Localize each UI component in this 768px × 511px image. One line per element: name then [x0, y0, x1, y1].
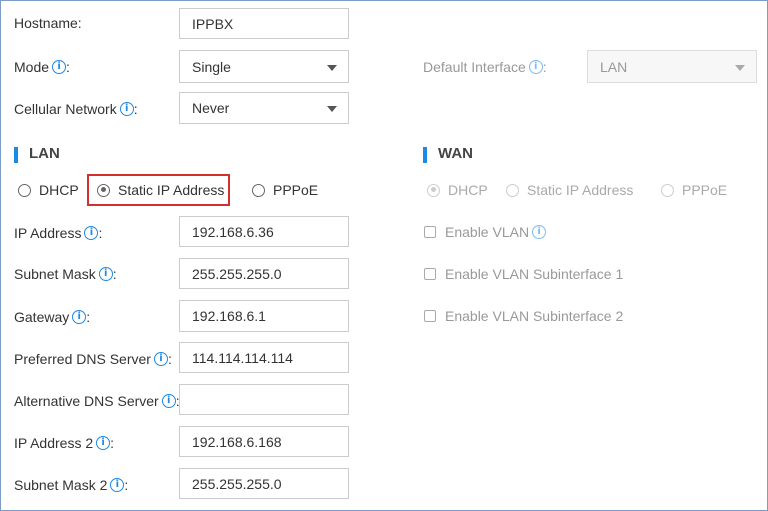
wan-radio-pppoe[interactable]: PPPoE — [661, 180, 727, 200]
info-icon[interactable]: i — [84, 226, 99, 240]
chevron-down-icon — [327, 106, 337, 112]
lan-section-marker — [14, 147, 18, 163]
wan-radio-dhcp[interactable]: DHCP — [427, 180, 488, 200]
radio-icon — [18, 183, 31, 197]
checkbox-icon — [424, 226, 436, 238]
gateway-input[interactable]: 192.168.6.1 — [179, 300, 349, 332]
lan-radio-static-ip[interactable]: Static IP Address — [97, 180, 224, 200]
preferred-dns-label: Preferred DNS Server i : — [14, 351, 172, 367]
cellular-network-label: Cellular Network i : — [14, 101, 138, 117]
radio-selected-icon — [427, 183, 440, 197]
preferred-dns-input[interactable]: 114.114.114.114 — [179, 342, 349, 373]
chevron-down-icon — [327, 64, 337, 71]
ip-address-2-input[interactable]: 192.168.6.168 — [179, 426, 349, 457]
info-icon[interactable]: i — [98, 267, 113, 281]
subnet-mask-2-input[interactable]: 255.255.255.0 — [179, 468, 349, 499]
info-icon[interactable]: i — [52, 60, 67, 74]
info-icon[interactable]: i — [161, 394, 176, 408]
default-interface-select[interactable]: LAN — [587, 50, 757, 83]
enable-vlan-subinterface-1-checkbox[interactable]: Enable VLAN Subinterface 1 — [424, 264, 623, 284]
radio-icon — [506, 183, 519, 197]
hostname-label: Hostname: — [14, 15, 82, 31]
gateway-label: Gateway i : — [14, 309, 91, 325]
subnet-mask-2-label: Subnet Mask 2 i : — [14, 477, 129, 493]
enable-vlan-subinterface-2-checkbox[interactable]: Enable VLAN Subinterface 2 — [424, 306, 623, 326]
chevron-down-icon — [735, 64, 745, 71]
enable-vlan-checkbox[interactable]: Enable VLAN i — [424, 222, 547, 242]
ip-address-label: IP Address i : — [14, 225, 103, 241]
radio-icon — [252, 183, 265, 197]
checkbox-icon — [424, 268, 436, 280]
lan-radio-dhcp[interactable]: DHCP — [18, 180, 79, 200]
alternative-dns-input[interactable] — [179, 384, 349, 415]
ip-address-input[interactable]: 192.168.6.36 — [179, 216, 349, 247]
info-icon[interactable]: i — [72, 310, 87, 324]
lan-section-title: LAN — [29, 145, 60, 162]
info-icon[interactable]: i — [119, 102, 134, 116]
ip-address-2-label: IP Address 2 i : — [14, 435, 115, 451]
info-icon[interactable]: i — [96, 436, 111, 450]
wan-section-marker — [423, 147, 427, 163]
wan-section-title: WAN — [438, 145, 473, 162]
cellular-network-select[interactable]: Never — [179, 92, 349, 124]
info-icon[interactable]: i — [528, 60, 543, 74]
mode-select[interactable]: Single — [179, 50, 349, 83]
radio-icon — [661, 183, 674, 197]
subnet-mask-label: Subnet Mask i : — [14, 266, 117, 282]
checkbox-icon — [424, 310, 436, 322]
wan-radio-static-ip[interactable]: Static IP Address — [506, 180, 633, 200]
alternative-dns-label: Alternative DNS Server i : — [14, 393, 180, 409]
info-icon[interactable]: i — [153, 352, 168, 366]
hostname-input[interactable]: IPPBX — [179, 8, 349, 39]
default-interface-label: Default Interface i : — [423, 59, 547, 75]
info-icon[interactable]: i — [110, 478, 125, 492]
mode-label: Mode i : — [14, 59, 70, 75]
subnet-mask-input[interactable]: 255.255.255.0 — [179, 258, 349, 289]
radio-selected-icon — [97, 183, 110, 197]
info-icon[interactable]: i — [532, 225, 547, 239]
lan-radio-pppoe[interactable]: PPPoE — [252, 180, 318, 200]
